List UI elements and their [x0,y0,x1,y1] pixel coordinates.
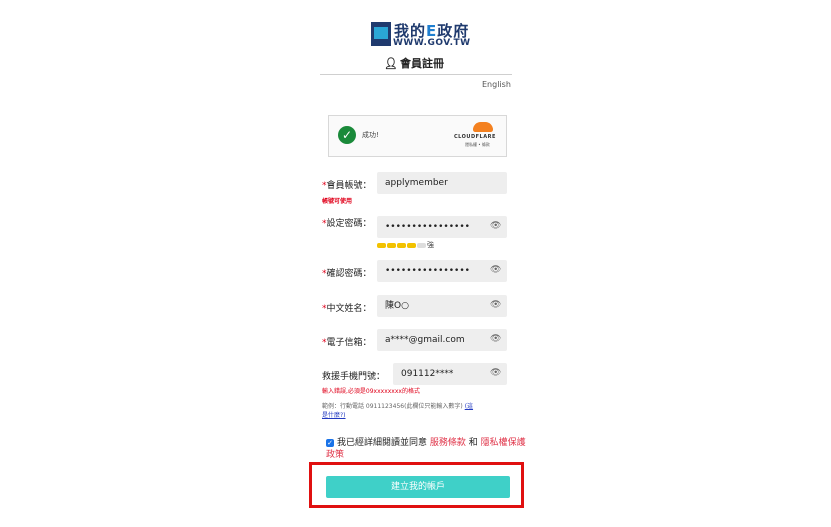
eye-icon[interactable]: 👁︎ [490,221,501,231]
password-strength: 強 [377,240,434,250]
rescue-phone-label: 救援手機門號： [322,372,386,382]
confirm-label: *確認密碼： [322,269,372,279]
eye-icon[interactable]: 👁︎ [490,300,501,310]
strength-bar [387,242,396,248]
account-label: *會員帳號： [322,181,372,191]
email-input[interactable]: a****@gmail.com [377,329,507,351]
cloudflare-logo-icon [473,122,493,132]
strength-bar [407,242,416,248]
agreement: ✓ 我已經詳細閱讀並同意 服務條款 和 隱私權保護政策 [326,438,526,460]
eye-icon[interactable]: 👁︎ [490,334,501,344]
strength-label: 強 [427,241,434,249]
what-is-this-link[interactable]: (這 [465,403,473,410]
email-label: *電子信箱： [322,338,372,348]
confirm-password-input[interactable]: •••••••••••••••• [377,260,507,282]
divider [320,74,512,75]
captcha-status: 成功! [362,131,379,139]
captcha-footer[interactable]: 隱私權 • 條款 [465,142,490,148]
account-input[interactable]: applymember [377,172,507,194]
strength-bar [377,242,386,248]
highlight-box [309,462,524,508]
gov-logo-icon [371,22,391,46]
terms-link[interactable]: 服務條款 [430,438,466,448]
what-is-this-link-cont[interactable]: 是什麼?) [322,412,346,419]
account-available-text: 帳號可使用 [322,198,353,205]
captcha-brand: CLOUDFLARE [454,134,496,140]
check-icon: ✓ [338,126,356,144]
password-label: *設定密碼： [322,219,372,229]
agree-checkbox[interactable]: ✓ [326,438,334,447]
eye-icon[interactable]: 👁︎ [490,368,501,378]
strength-bar [417,242,426,248]
strength-bar [397,242,406,248]
eye-icon[interactable]: 👁︎ [490,265,501,275]
rescue-phone-error: 輸入錯誤,必須是09xxxxxxxx的格式 [322,388,420,395]
user-icon: 👤︎ [384,57,398,70]
language-link[interactable]: English [482,80,511,89]
name-label: *中文姓名： [322,304,372,314]
password-input[interactable]: •••••••••••••••• [377,216,507,238]
page-title: 👤︎ 會員註冊 [384,57,444,70]
name-input[interactable]: 陳O○ [377,295,507,317]
rescue-phone-hint: 範例：行動電話 0911123456(此欄位只能輸入數字) (這 是什麼?) [322,403,474,419]
logo-url: WWW.GOV.TW [393,38,471,48]
